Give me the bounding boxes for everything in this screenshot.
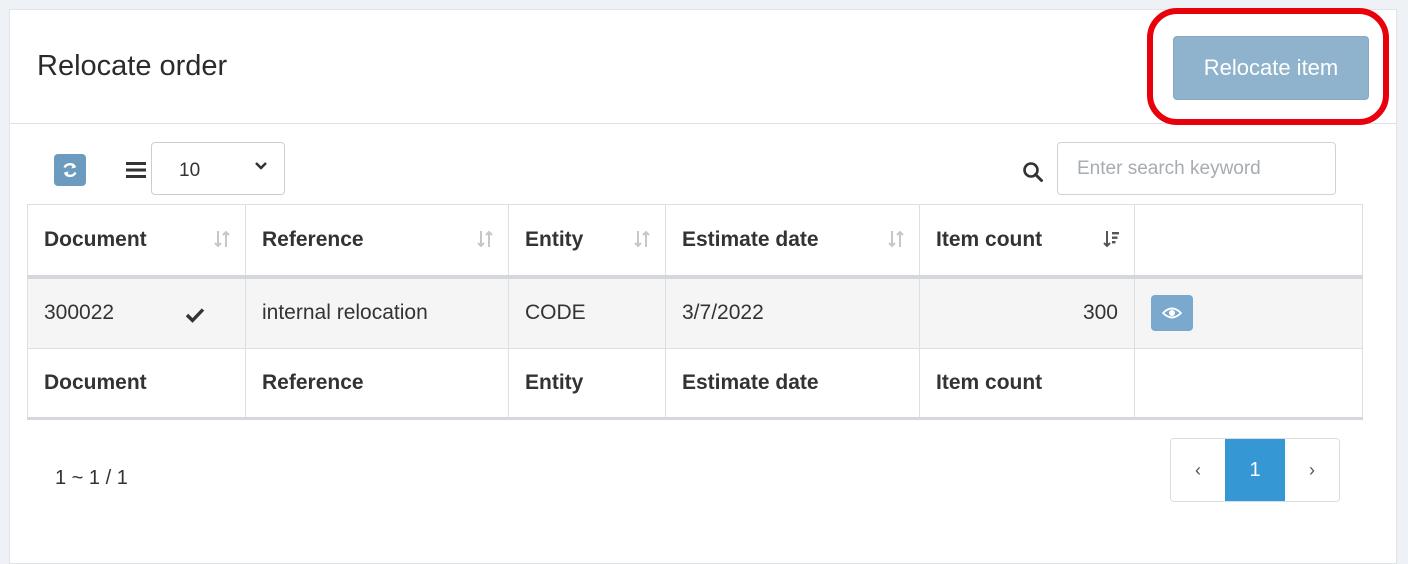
footer-estimate-date: Estimate date <box>665 348 920 420</box>
table-footer-row: Document Reference Entity Estimate date … <box>27 348 1363 420</box>
check-icon <box>185 307 205 323</box>
sort-icon <box>634 230 650 248</box>
sort-icon <box>214 230 230 248</box>
column-header-actions <box>1134 204 1363 279</box>
sort-icon <box>888 230 904 248</box>
column-header-reference[interactable]: Reference <box>245 204 509 279</box>
page-1-button[interactable]: 1 <box>1225 439 1285 501</box>
view-button[interactable] <box>1151 295 1193 332</box>
cell-estimate-date: 3/7/2022 <box>665 276 920 349</box>
cell-reference: internal relocation <box>245 276 509 349</box>
column-header-document[interactable]: Document <box>27 204 246 279</box>
column-header-entity[interactable]: Entity <box>508 204 666 279</box>
page-size-value: 10 <box>179 160 201 181</box>
footer-actions <box>1134 348 1363 420</box>
cell-item-count: 300 <box>919 276 1135 349</box>
column-header-item-count[interactable]: Item count <box>919 204 1135 279</box>
orders-table: Document Reference Entity Estimate date <box>27 204 1363 420</box>
footer-entity: Entity <box>508 348 666 420</box>
cell-actions <box>1134 276 1363 349</box>
cell-document: 300022 <box>27 276 246 349</box>
refresh-icon <box>63 162 77 178</box>
column-header-estimate-date[interactable]: Estimate date <box>665 204 920 279</box>
list-icon <box>126 162 146 178</box>
search-input[interactable] <box>1057 142 1336 195</box>
cell-entity: CODE <box>508 276 666 349</box>
next-page-button[interactable]: › <box>1285 439 1339 501</box>
table-header-row: Document Reference Entity Estimate date <box>27 204 1363 279</box>
search-icon <box>1023 162 1043 182</box>
sort-icon <box>477 230 493 248</box>
chevron-down-icon <box>255 162 267 170</box>
sort-descending-icon <box>1103 231 1119 248</box>
panel-header: Relocate order Relocate item <box>10 8 1396 125</box>
prev-page-button[interactable]: ‹ <box>1171 439 1225 501</box>
footer-document: Document <box>27 348 246 420</box>
relocate-item-button[interactable]: Relocate item <box>1173 36 1369 100</box>
page-size-select[interactable]: 10 <box>151 142 285 195</box>
refresh-button[interactable] <box>54 154 86 186</box>
pagination: ‹ 1 › <box>1170 438 1340 502</box>
page-title: Relocate order <box>37 50 228 82</box>
footer-item-count: Item count <box>919 348 1135 420</box>
pagination-summary: 1 ~ 1 / 1 <box>55 467 128 489</box>
footer-reference: Reference <box>245 348 509 420</box>
eye-icon <box>1162 307 1182 319</box>
table-row[interactable]: 300022 internal relocation CODE 3/7/2022… <box>27 276 1363 349</box>
